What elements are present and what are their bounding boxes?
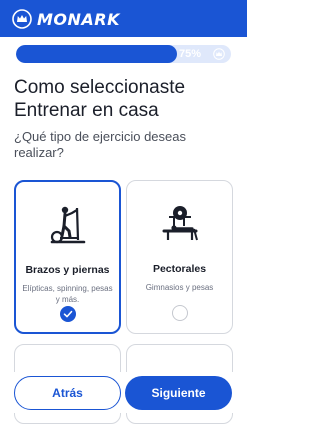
bench-press-icon	[162, 206, 198, 241]
elliptical-trainer-icon	[50, 206, 85, 244]
page-title: Como seleccionaste Entrenar en casa	[14, 77, 186, 121]
selected-check[interactable]	[59, 306, 76, 322]
back-button[interactable]: Atrás	[14, 376, 121, 410]
checkmark-icon	[63, 310, 72, 318]
crown-icon	[213, 48, 225, 60]
unselected-check[interactable]	[171, 305, 188, 321]
brand-name: MONARK	[37, 9, 121, 29]
option-card-pectorales[interactable]: Pectorales Gimnasios y pesas	[126, 180, 233, 334]
progress-label: 75%	[178, 48, 201, 60]
footer-actions: Atrás Siguiente	[0, 372, 247, 413]
brand-logo: MONARK	[12, 8, 120, 30]
option-card-brazos-piernas[interactable]: Brazos y piernas Elípticas, spinning, pe…	[14, 180, 121, 334]
crown-icon	[12, 9, 32, 29]
option-title: Brazos y piernas	[25, 264, 110, 276]
next-button[interactable]: Siguiente	[125, 376, 232, 410]
option-description: Gimnasios y pesas	[145, 283, 214, 292]
option-title: Pectorales	[152, 263, 207, 275]
progress-fill	[16, 45, 178, 63]
option-description: Elípticas, spinning, pesas y más.	[22, 284, 113, 304]
app-header: MONARK	[0, 0, 247, 37]
page-subtitle: ¿Qué tipo de ejercicio deseas realizar?	[14, 129, 186, 160]
progress-bar: 75%	[16, 45, 231, 63]
